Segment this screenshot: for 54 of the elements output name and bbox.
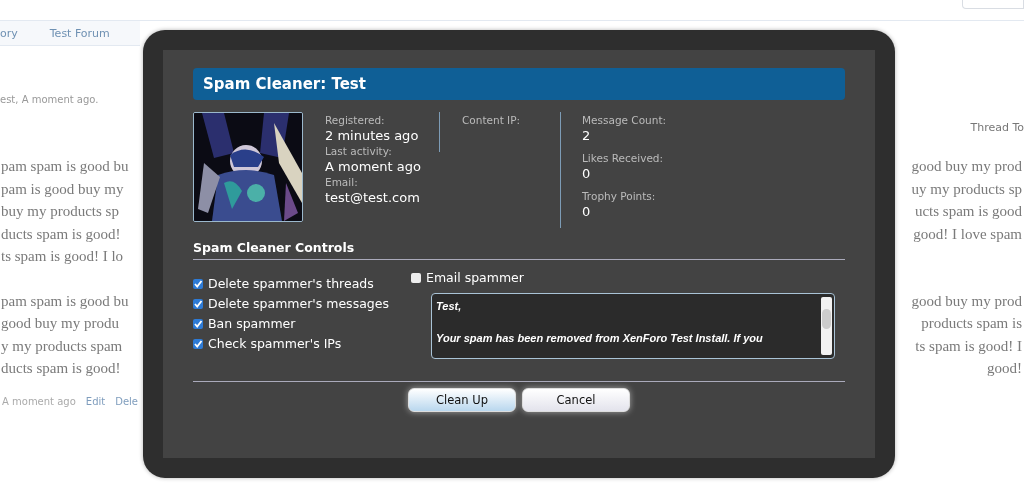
message-field[interactable]: Test, Your spam has been removed from XenForo Test Install. If you xyxy=(431,293,835,359)
post-text-fragment: buy my products sp xyxy=(1,202,119,221)
breadcrumb-link[interactable]: ory xyxy=(0,26,32,40)
info-label: Email: xyxy=(325,176,359,188)
post-text-fragment: good buy my prod xyxy=(911,157,1022,176)
checkbox[interactable] xyxy=(193,298,203,309)
checkbox[interactable] xyxy=(193,338,203,349)
checkbox[interactable] xyxy=(193,278,203,289)
info-value: test@test.com xyxy=(325,190,421,205)
post-text-fragment: good! xyxy=(987,359,1022,378)
post-action-link[interactable]: Edit xyxy=(85,395,106,407)
info-label: Content IP: xyxy=(462,114,522,126)
checkbox[interactable] xyxy=(411,272,421,283)
thread-tools-link[interactable]: Thread To xyxy=(970,121,1024,134)
post-text-fragment: uy my products sp xyxy=(911,179,1022,199)
info-label: Message Count: xyxy=(582,114,667,126)
checkbox-label: Email spammer xyxy=(426,270,524,285)
info-value: 2 xyxy=(582,128,592,143)
section-heading: Spam Cleaner Controls xyxy=(193,240,845,260)
post-text-fragment: pam is good buy my xyxy=(1,179,124,199)
info-value: 2 minutes ago xyxy=(325,128,420,143)
post-text-fragment: pam spam is good bu xyxy=(1,291,129,311)
cancel-button[interactable]: Cancel xyxy=(522,388,630,412)
info-label: Registered: xyxy=(325,114,386,126)
clean-up-button[interactable]: Clean Up xyxy=(408,388,516,412)
post-text-fragment: y my products spam xyxy=(1,336,123,356)
checkbox[interactable] xyxy=(193,318,203,329)
dialog-title-bar: Spam Cleaner: Test xyxy=(193,68,845,100)
info-label: Last activity: xyxy=(325,145,393,157)
post-text-fragment: ducts spam is good! xyxy=(1,224,121,244)
post-text-fragment: good buy my produ xyxy=(1,314,119,333)
post-text-fragment: products spam is xyxy=(921,314,1022,333)
info-value: 0 xyxy=(582,204,592,219)
post-time: A moment ago xyxy=(2,395,76,407)
post-text-fragment: good! I love spam xyxy=(913,224,1022,244)
search-field[interactable] xyxy=(962,0,1024,9)
post-text-fragment: ucts spam is good xyxy=(914,202,1022,221)
info-value: 0 xyxy=(582,166,592,181)
post-text-fragment: ts spam is good! I xyxy=(915,336,1022,356)
checkbox-label: Delete spammer's threads xyxy=(208,276,374,291)
checkbox-label: Check spammer's IPs xyxy=(208,336,342,351)
post-text-fragment: ducts spam is good! xyxy=(1,359,121,378)
info-value: A moment ago xyxy=(325,159,422,174)
info-label: Likes Received: xyxy=(582,152,665,164)
checkbox-label: Ban spammer xyxy=(208,316,296,331)
breadcrumb-link[interactable]: Test Forum xyxy=(31,26,124,40)
post-text-fragment: ts spam is good! I lo xyxy=(1,247,124,266)
post-text-fragment: pam spam is good bu xyxy=(1,157,129,176)
post-action-link[interactable]: Dele xyxy=(115,395,138,407)
scrollbar[interactable] xyxy=(821,297,832,355)
checkbox-label: Delete spammer's messages xyxy=(208,296,389,311)
thread-byline: est, A moment ago. xyxy=(0,94,100,105)
post-text-fragment: good buy my prod xyxy=(911,291,1022,311)
info-label: Trophy Points: xyxy=(582,190,657,202)
